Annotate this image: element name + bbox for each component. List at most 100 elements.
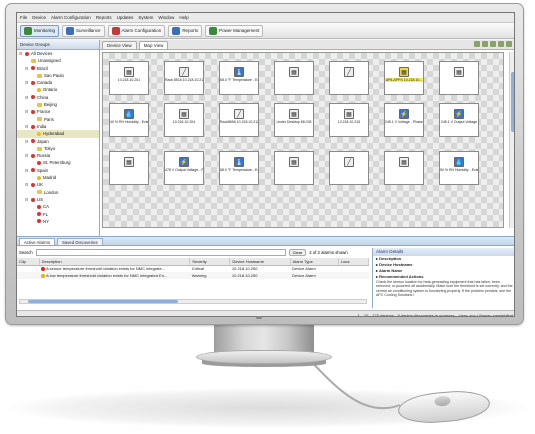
expand-toggle-icon[interactable]: ⊟	[25, 123, 29, 130]
device-tile[interactable]: 💧50 % RH Humidity - External	[439, 151, 479, 185]
tree-item[interactable]: ⊟ All Devices	[17, 50, 99, 57]
tree-item[interactable]: ⊟ France	[17, 108, 99, 115]
tree-item[interactable]: Madrid	[17, 174, 99, 181]
device-tile[interactable]: ▦ Under Desktop 68.033	[274, 103, 314, 137]
refresh-icon[interactable]	[506, 41, 512, 47]
device-tile[interactable]: ╱	[329, 61, 369, 95]
tab-saved-discoveries[interactable]: Saved Discoveries	[57, 238, 103, 245]
menu-item-help[interactable]: Help	[179, 13, 188, 22]
zoom-in-icon[interactable]	[474, 41, 480, 47]
device-tile[interactable]: ▦	[384, 151, 424, 185]
device-tile[interactable]: ▦ 10.216.10.204	[164, 103, 204, 137]
tree-item[interactable]: Ontario	[17, 86, 99, 93]
expand-toggle-icon[interactable]: ⊟	[25, 108, 29, 115]
menu-item-system[interactable]: System	[138, 13, 153, 22]
device-groups-header: Device Groups	[17, 40, 99, 50]
menu-item-file[interactable]: File	[20, 13, 27, 22]
tree-item[interactable]: ⊟ US	[17, 196, 99, 203]
device-tile[interactable]: ⚡ 245.1 V Output Voltage	[439, 103, 479, 137]
tree-item[interactable]: ⊟ China	[17, 94, 99, 101]
expand-toggle-icon[interactable]: ⊟	[25, 138, 29, 145]
map-vertical-scrollbar[interactable]	[509, 52, 514, 228]
device-tile[interactable]: 🌡68.0 °F Temperature - Extern	[219, 61, 259, 95]
tree-item[interactable]: Tokyo	[17, 145, 99, 152]
menu-item-window[interactable]: Window	[158, 13, 174, 22]
expand-toggle-icon[interactable]: ⊟	[19, 50, 23, 57]
tree-item[interactable]: Unassigned	[17, 57, 99, 64]
tree-item[interactable]: St. Petersburg	[17, 159, 99, 166]
toolbar-surveillance-button[interactable]: Surveillance	[62, 24, 105, 37]
device-tile[interactable]: 💧40 % RH Humidity - External	[109, 103, 149, 137]
alarm-cell-loc	[338, 272, 369, 279]
tree-item[interactable]: ⊟ Japan	[17, 138, 99, 145]
tree-item[interactable]: ⊟ Russia	[17, 152, 99, 159]
menu-item-device[interactable]: Device	[32, 13, 46, 22]
expand-toggle-icon[interactable]: ⊟	[25, 181, 29, 188]
zoom-out-icon[interactable]	[482, 41, 488, 47]
tree-item[interactable]: ⊟ Canada	[17, 79, 99, 86]
alarm-row[interactable]: A low temperature threshold violation ex…	[17, 272, 369, 279]
toolbar-alarm-configuration-button[interactable]: Alarm Configuration	[107, 24, 166, 37]
tab-map-view[interactable]: Map View	[138, 41, 169, 49]
tree-item[interactable]: CA	[17, 203, 99, 210]
column-header[interactable]: Severity	[189, 258, 231, 266]
fit-icon[interactable]	[490, 41, 496, 47]
tree-item[interactable]: Sao Paulo	[17, 72, 99, 79]
device-tile[interactable]: ▦ 10.218.10.201	[109, 61, 149, 95]
tree-item[interactable]: ⊟ Brazil	[17, 65, 99, 72]
status-dot-icon	[31, 80, 35, 85]
device-tile[interactable]: ▦	[274, 151, 314, 185]
tab-active-alarms[interactable]: Active Alarms	[19, 238, 56, 245]
device-tile[interactable]: ▦	[109, 151, 149, 185]
expand-toggle-icon[interactable]: ⊟	[25, 79, 29, 86]
tree-item[interactable]: Paris	[17, 116, 99, 123]
device-tile[interactable]: ▦ AP8-APPS 10.218.10...	[384, 61, 424, 95]
clear-button[interactable]: Clear	[288, 249, 307, 256]
alarm-row[interactable]: A sensor temperature threshold violation…	[17, 265, 369, 272]
grid-icon[interactable]	[498, 41, 504, 47]
tree-item[interactable]: London	[17, 189, 99, 196]
tree-item-label: China	[37, 94, 49, 100]
column-header[interactable]: Alarm Type	[290, 258, 339, 266]
alarm-horizontal-scrollbar[interactable]	[19, 299, 367, 304]
column-header[interactable]: Clip	[17, 258, 40, 266]
menu-item-updates[interactable]: Updates	[117, 13, 134, 22]
device-icon: 🌡	[234, 157, 244, 167]
expand-toggle-icon[interactable]: ⊟	[25, 167, 29, 174]
expand-toggle-icon[interactable]: ⊟	[25, 65, 29, 72]
tree-item[interactable]: NY	[17, 218, 99, 225]
expand-toggle-icon[interactable]: ⊟	[25, 94, 29, 101]
device-tile[interactable]: ⚡ 245.1 V Voltage - Phase 1	[384, 103, 424, 137]
toolbar-monitoring-button[interactable]: Monitoring	[20, 24, 60, 37]
tree-item[interactable]: FL	[17, 211, 99, 218]
expand-toggle-icon[interactable]: ⊟	[25, 152, 29, 159]
tree-item[interactable]: Beijing	[17, 101, 99, 108]
status-dot-icon	[31, 197, 35, 202]
column-header[interactable]: Device Hostname	[229, 258, 291, 266]
toolbar-reports-button[interactable]: Reports	[168, 24, 203, 37]
device-tile[interactable]: ╱	[329, 151, 369, 185]
device-tile[interactable]: 🌡68.0 °F Temperature - Extern	[219, 151, 259, 185]
tree-item[interactable]: ⊟ UK	[17, 181, 99, 188]
tree-item-label: India	[37, 123, 47, 129]
status-dot-icon	[37, 88, 41, 93]
column-header[interactable]: Loca	[338, 258, 370, 266]
floor-map[interactable]: ▦ 10.218.10.201 ╱ Rack 8516 10.218.10.211 🌡 6…	[102, 52, 504, 243]
tree-item[interactable]: ⊟ India	[17, 123, 99, 130]
menu-item-reports[interactable]: Reports	[96, 13, 112, 22]
tree-item[interactable]: Hyderabad	[17, 130, 99, 138]
menu-item-alarm-configuration[interactable]: Alarm Configuration	[51, 13, 91, 22]
toolbar-alarm-configuration-icon	[111, 26, 120, 35]
tab-device-view[interactable]: Device View	[102, 41, 137, 49]
device-tile[interactable]: ⚡478 V Output Voltage - Phas	[164, 151, 204, 185]
alarm-search-input[interactable]	[35, 249, 286, 256]
column-header[interactable]: Description	[39, 258, 191, 266]
device-tile[interactable]: ▦	[439, 61, 479, 95]
device-tile[interactable]: ╱ Rack8656 10.218.10.212	[219, 103, 259, 137]
device-tile[interactable]: ▦	[274, 61, 314, 95]
toolbar-power-management-button[interactable]: Power Management	[205, 24, 264, 37]
tree-item[interactable]: ⊟ Spain	[17, 167, 99, 174]
expand-toggle-icon[interactable]: ⊟	[25, 196, 29, 203]
device-tile[interactable]: ▦ 10.218.10.215	[329, 103, 369, 137]
device-tile[interactable]: ╱ Rack 8516 10.218.10.211	[164, 61, 204, 95]
